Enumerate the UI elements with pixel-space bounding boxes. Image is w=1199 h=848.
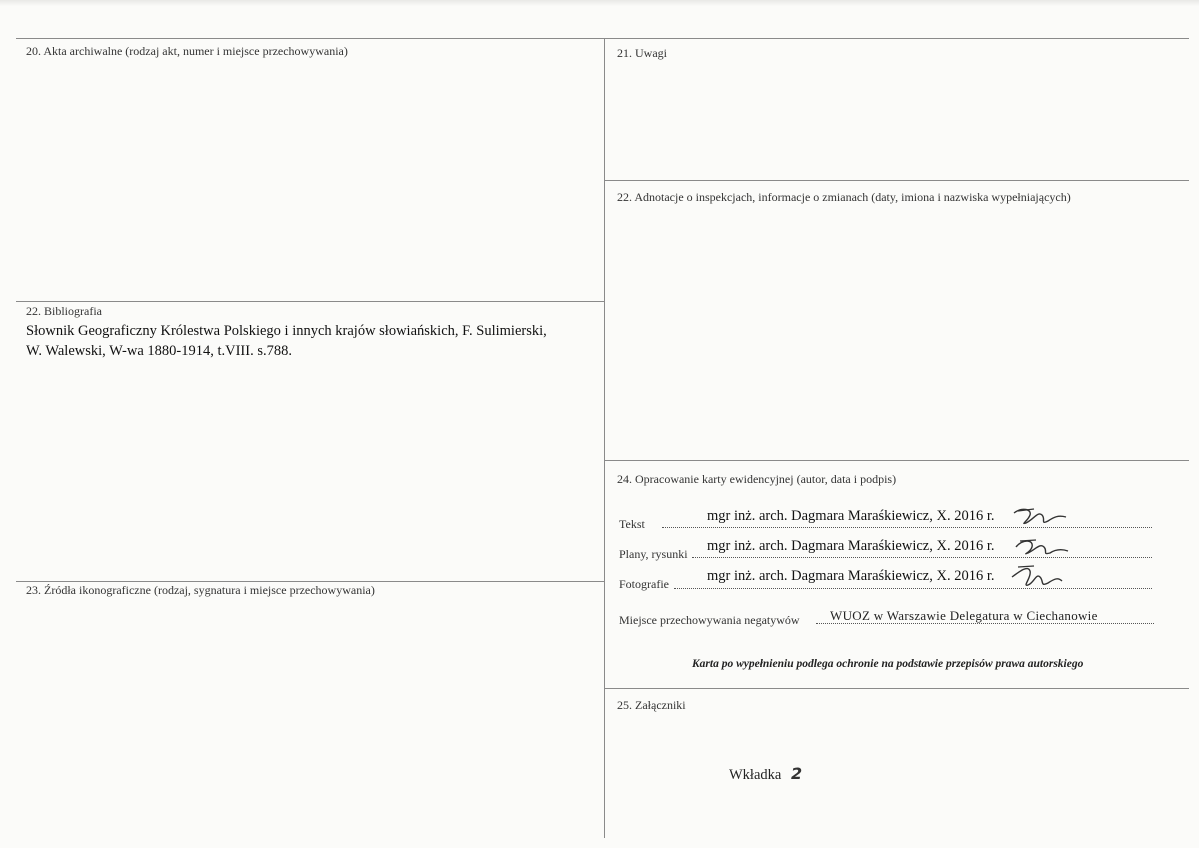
- row-plans-value: mgr inż. arch. Dagmara Maraśkiewicz, X. …: [707, 538, 995, 554]
- divider-22b-23: [16, 581, 604, 582]
- center-divider: [604, 38, 605, 838]
- section-22-annotations-label: 22. Adnotacje o inspekcjach, informacje …: [617, 190, 1071, 204]
- divider-22a-24: [604, 460, 1189, 461]
- section-23-label: 23. Źródła ikonograficzne (rodzaj, sygna…: [26, 583, 375, 597]
- attachment-number: 2: [790, 764, 803, 783]
- section-25-label: 25. Załączniki: [617, 698, 686, 712]
- bibliography-line: Słownik Geograficzny Królestwa Polskiego…: [26, 323, 547, 339]
- bibliography-text: Słownik Geograficzny Królestwa Polskiego…: [26, 321, 547, 361]
- section-22-bibliography-label: 22. Bibliografia: [26, 304, 102, 318]
- row-photos-dotted-line: [674, 588, 1152, 589]
- row-text-label: Tekst: [619, 517, 645, 531]
- row-text-value: mgr inż. arch. Dagmara Maraśkiewicz, X. …: [707, 508, 995, 524]
- divider-24-25: [604, 688, 1189, 689]
- divider-21-22a: [604, 180, 1189, 181]
- section-21-label: 21. Uwagi: [617, 46, 667, 60]
- signature-icon: [1013, 508, 1067, 525]
- row-plans-label: Plany, rysunki: [619, 547, 688, 561]
- top-border: [16, 38, 1189, 39]
- section-24-label: 24. Opracowanie karty ewidencyjnej (auto…: [617, 472, 897, 486]
- row-text-dotted-line: [662, 527, 1152, 528]
- copyright-note: Karta po wypełnieniu podlega ochronie na…: [692, 658, 1084, 670]
- divider-20-22b: [16, 301, 604, 302]
- bibliography-line: W. Walewski, W-wa 1880-1914, t.VIII. s.7…: [26, 343, 292, 359]
- evidence-card-page: 20. Akta archiwalne (rodzaj akt, numer i…: [0, 0, 1199, 848]
- scan-edge: [0, 0, 1199, 6]
- row-photos-value: mgr inż. arch. Dagmara Maraśkiewicz, X. …: [707, 568, 995, 584]
- attachment-text: Wkładka 2: [729, 764, 802, 784]
- row-plans-dotted-line: [692, 557, 1152, 558]
- negatives-value: WUOZ w Warszawie Delegatura w Ciechanowi…: [830, 608, 1098, 623]
- section-20-label: 20. Akta archiwalne (rodzaj akt, numer i…: [26, 44, 348, 58]
- row-photos-label: Fotografie: [619, 577, 669, 591]
- signature-icon: [1015, 539, 1069, 555]
- attachment-label: Wkładka: [729, 767, 782, 783]
- negatives-label: Miejsce przechowywania negatywów: [619, 613, 800, 627]
- signature-icon: [1011, 565, 1063, 586]
